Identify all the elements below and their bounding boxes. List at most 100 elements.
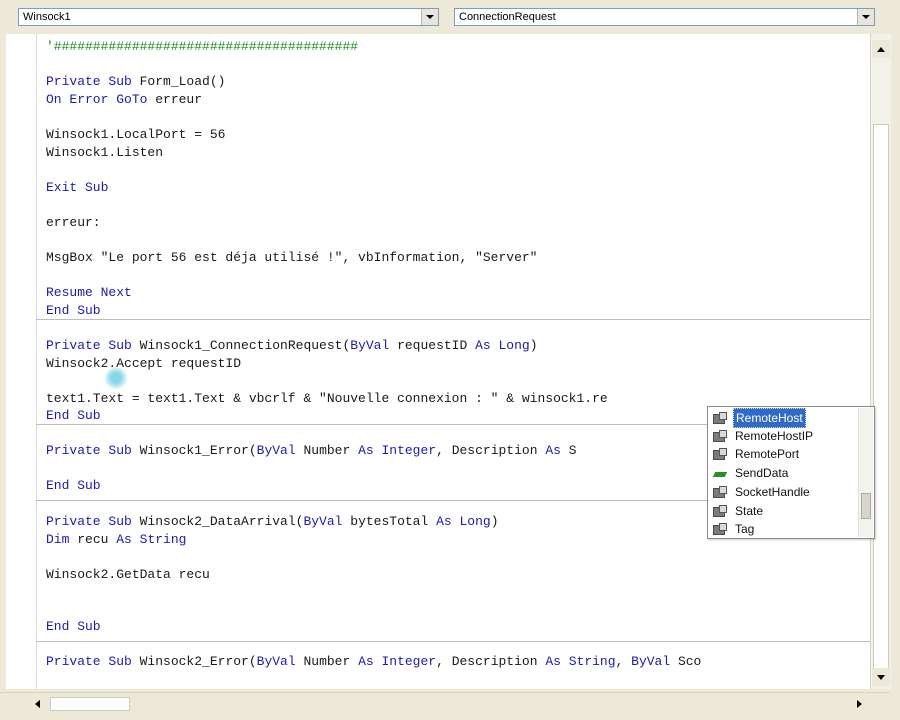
member-item[interactable]: SocketHandle [710,483,858,501]
code-line[interactable]: End Sub [46,618,101,635]
procedure-combo[interactable]: ConnectionRequest [454,8,875,26]
member-item[interactable]: State [710,502,858,520]
member-item[interactable]: RemoteHost [710,408,858,428]
code-editor[interactable]: '#######################################… [6,34,870,689]
code-token: End Sub [46,478,101,493]
popup-scroll-thumb[interactable] [861,493,871,519]
code-token: ) [529,338,538,353]
code-window-header: Winsock1 ConnectionRequest [0,0,900,34]
code-token: Dim [46,532,78,547]
code-token: ByVal [303,514,351,529]
arrow-down-icon [877,674,885,680]
object-combo-value: Winsock1 [23,11,71,23]
scroll-left-button[interactable] [28,695,46,713]
code-token: As Long [475,338,530,353]
code-token: ) [490,514,499,529]
procedure-separator [36,319,870,320]
code-line[interactable]: Private Sub Winsock2_Error(ByVal Number … [46,653,701,670]
code-token: Private Sub [46,443,140,458]
code-line[interactable]: End Sub [46,302,101,319]
member-item[interactable]: SendData [710,464,858,482]
arrow-left-icon [34,700,40,708]
code-token: ByVal [256,443,304,458]
vertical-scroll-thumb[interactable] [873,124,889,684]
code-token: End Sub [46,303,101,318]
scroll-right-button[interactable] [850,695,868,713]
code-token: Winsock2.Accept requestID [46,356,242,371]
code-line[interactable]: Winsock1.Listen [46,144,163,161]
property-icon [712,411,728,425]
horizontal-scrollbar[interactable] [0,692,890,715]
code-line[interactable]: Winsock2.Accept requestID [46,355,241,372]
code-line[interactable]: Resume Next [46,284,132,301]
code-token: As String [545,654,616,669]
procedure-combo-dropdown-button[interactable] [857,9,874,25]
code-line[interactable]: Private Sub Winsock2_DataArrival(ByVal b… [46,513,499,530]
code-line[interactable]: Winsock2.GetData recu [46,566,210,583]
arrow-up-icon [877,46,885,52]
code-token: As String [116,532,187,547]
code-line[interactable]: Exit Sub [46,179,108,196]
code-line[interactable]: text1.Text = text1.Text & vbcrlf & "Nouv… [46,390,608,407]
property-icon [712,522,728,536]
code-token: erreur: [46,215,101,230]
code-token: Winsock2.GetData recu [46,567,210,582]
code-token: Form_Load() [139,74,226,89]
code-token: Exit Sub [46,180,109,195]
scroll-up-button[interactable] [872,40,890,58]
code-token: End Sub [46,619,101,634]
code-token: Winsock2_DataArrival( [139,514,304,529]
code-token: Private Sub [46,514,140,529]
code-line[interactable]: MsgBox "Le port 56 est déja utilisé !", … [46,249,537,266]
object-combo-dropdown-button[interactable] [421,9,438,25]
code-line[interactable]: End Sub [46,477,101,494]
scroll-down-button[interactable] [872,668,890,686]
code-token: recu [77,532,117,547]
code-token: Winsock1.LocalPort = 56 [46,127,226,142]
auto-list-members-popup[interactable]: RemoteHost RemoteHostIP RemotePort SendD… [707,406,875,539]
code-token: ByVal [631,654,678,669]
code-line[interactable]: '####################################### [46,38,358,55]
code-token: , Description [436,443,546,458]
property-icon [712,485,728,499]
code-token: Winsock1_Error( [139,443,257,458]
code-line[interactable]: Dim recu As String [46,531,186,548]
code-line[interactable]: Private Sub Form_Load() [46,73,225,90]
code-token: Winsock1.Listen [46,145,164,160]
vertical-scrollbar[interactable] [870,34,891,689]
code-token: Sco [677,654,702,669]
popup-scrollbar[interactable] [858,408,873,537]
procedure-separator [36,641,870,642]
horizontal-scroll-thumb[interactable] [50,697,130,711]
property-icon [712,447,728,461]
code-line[interactable]: End Sub [46,407,101,424]
code-token: Number [303,443,359,458]
code-token: , [615,654,632,669]
code-token: requestID [397,338,476,353]
code-line[interactable]: erreur: [46,214,101,231]
code-token: As Integer [358,443,437,458]
code-token: Number [303,654,359,669]
code-token: ByVal [350,338,398,353]
code-token: , Description [436,654,546,669]
code-line[interactable]: Winsock1.LocalPort = 56 [46,126,225,143]
member-item[interactable]: RemotePort [710,445,858,463]
code-token: Resume Next [46,285,132,300]
margin-indicator-bar[interactable] [6,34,37,689]
code-token: Winsock2_Error( [139,654,257,669]
chevron-down-icon [862,15,870,19]
code-token: erreur [155,92,203,107]
member-item[interactable]: Tag [710,520,858,538]
code-line[interactable]: Private Sub Winsock1_ConnectionRequest(B… [46,337,538,354]
code-line[interactable]: On Error GoTo erreur [46,91,202,108]
code-token: Private Sub [46,654,140,669]
object-combo[interactable]: Winsock1 [18,8,439,26]
code-line[interactable]: Private Sub Winsock1_Error(ByVal Number … [46,442,577,459]
mouse-cursor-highlight [105,367,127,389]
procedure-combo-value: ConnectionRequest [459,11,556,23]
code-token: Private Sub [46,338,140,353]
code-token: As Integer [358,654,437,669]
code-token: MsgBox "Le port 56 est déja utilisé !", … [46,250,538,265]
member-item[interactable]: RemoteHostIP [710,427,858,445]
code-token: text1.Text = text1.Text & vbcrlf & "Nouv… [46,391,608,406]
